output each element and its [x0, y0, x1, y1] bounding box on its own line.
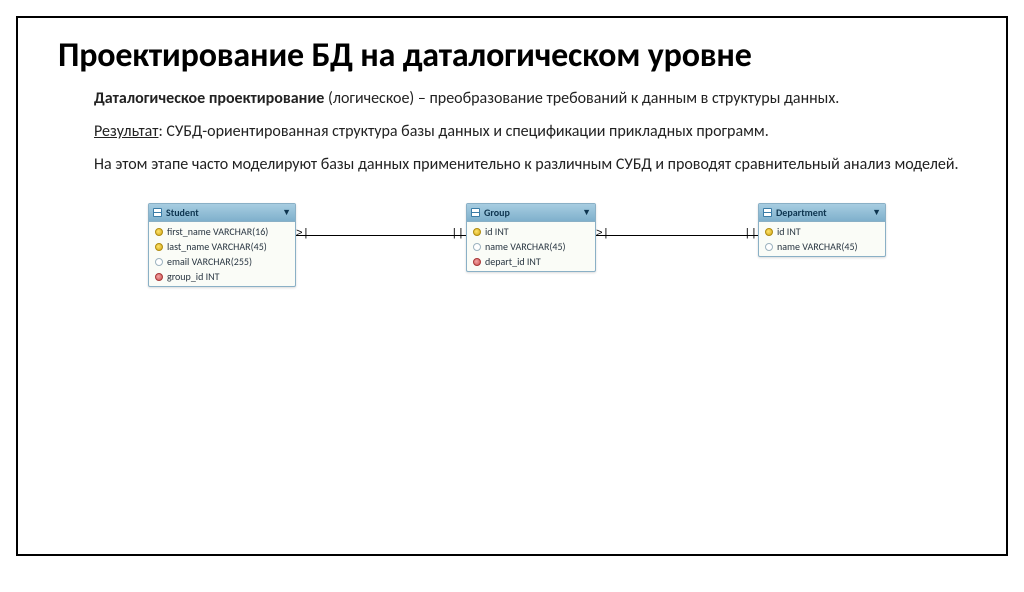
- para1-term: Даталогическое проектирование: [94, 89, 324, 108]
- fk-icon: [473, 258, 481, 266]
- pk-icon: [155, 228, 163, 236]
- field-row: id INT: [759, 224, 885, 239]
- field-label: depart_id INT: [485, 255, 541, 268]
- table-icon: [471, 208, 480, 217]
- pk-icon: [765, 228, 773, 236]
- field-label: email VARCHAR(255): [167, 255, 252, 268]
- field-row: name VARCHAR(45): [467, 239, 595, 254]
- pk-icon: [473, 228, 481, 236]
- table-icon: [763, 208, 772, 217]
- table-department: Department ▼ id INT name VARCHAR(45): [758, 203, 886, 257]
- field-label: id INT: [777, 225, 801, 238]
- field-label: id INT: [485, 225, 509, 238]
- col-icon: [765, 243, 773, 251]
- field-label: first_name VARCHAR(16): [167, 225, 268, 238]
- field-row: first_name VARCHAR(16): [149, 224, 295, 239]
- crowfoot-icon: >|: [596, 229, 606, 239]
- field-label: name VARCHAR(45): [777, 240, 858, 253]
- field-row: email VARCHAR(255): [149, 254, 295, 269]
- relation-student-group: [296, 235, 466, 236]
- table-body-student: first_name VARCHAR(16) last_name VARCHAR…: [149, 222, 295, 286]
- table-title-group: Group: [484, 206, 510, 219]
- table-header-student: Student ▼: [149, 204, 295, 222]
- field-label: last_name VARCHAR(45): [167, 240, 267, 253]
- table-body-group: id INT name VARCHAR(45) depart_id INT: [467, 222, 595, 271]
- col-icon: [473, 243, 481, 251]
- field-row: group_id INT: [149, 269, 295, 284]
- col-icon: [155, 258, 163, 266]
- chevron-down-icon: ▼: [872, 207, 881, 218]
- field-row: name VARCHAR(45): [759, 239, 885, 254]
- field-row: last_name VARCHAR(45): [149, 239, 295, 254]
- paragraph-3: На этом этапе часто моделируют базы данн…: [94, 155, 966, 176]
- page-title: Проектирование БД на даталогическом уров…: [58, 36, 966, 75]
- para2-label: Результат: [94, 122, 158, 141]
- table-title-student: Student: [166, 206, 199, 219]
- table-body-department: id INT name VARCHAR(45): [759, 222, 885, 256]
- er-diagram: Student ▼ first_name VARCHAR(16) last_na…: [148, 193, 946, 373]
- crowfoot-icon: ||: [744, 229, 754, 239]
- field-label: group_id INT: [167, 270, 219, 283]
- slide-frame: Проектирование БД на даталогическом уров…: [16, 16, 1008, 556]
- field-row: depart_id INT: [467, 254, 595, 269]
- pk-icon: [155, 243, 163, 251]
- table-icon: [153, 208, 162, 217]
- chevron-down-icon: ▼: [282, 207, 291, 218]
- chevron-down-icon: ▼: [582, 207, 591, 218]
- para1-rest: (логическое) – преобразование требований…: [324, 89, 839, 108]
- para2-rest: : СУБД-ориентированная структура базы да…: [158, 122, 768, 141]
- table-student: Student ▼ first_name VARCHAR(16) last_na…: [148, 203, 296, 287]
- field-row: id INT: [467, 224, 595, 239]
- crowfoot-icon: >|: [296, 229, 306, 239]
- relation-group-department: [596, 235, 758, 236]
- table-header-department: Department ▼: [759, 204, 885, 222]
- body-text: Даталогическое проектирование (логическо…: [94, 89, 966, 175]
- table-title-department: Department: [776, 206, 827, 219]
- paragraph-2: Результат: СУБД-ориентированная структур…: [94, 122, 966, 143]
- paragraph-1: Даталогическое проектирование (логическо…: [94, 89, 966, 110]
- table-group: Group ▼ id INT name VARCHAR(45) depart_i…: [466, 203, 596, 272]
- fk-icon: [155, 273, 163, 281]
- field-label: name VARCHAR(45): [485, 240, 566, 253]
- table-header-group: Group ▼: [467, 204, 595, 222]
- crowfoot-icon: ||: [451, 229, 461, 239]
